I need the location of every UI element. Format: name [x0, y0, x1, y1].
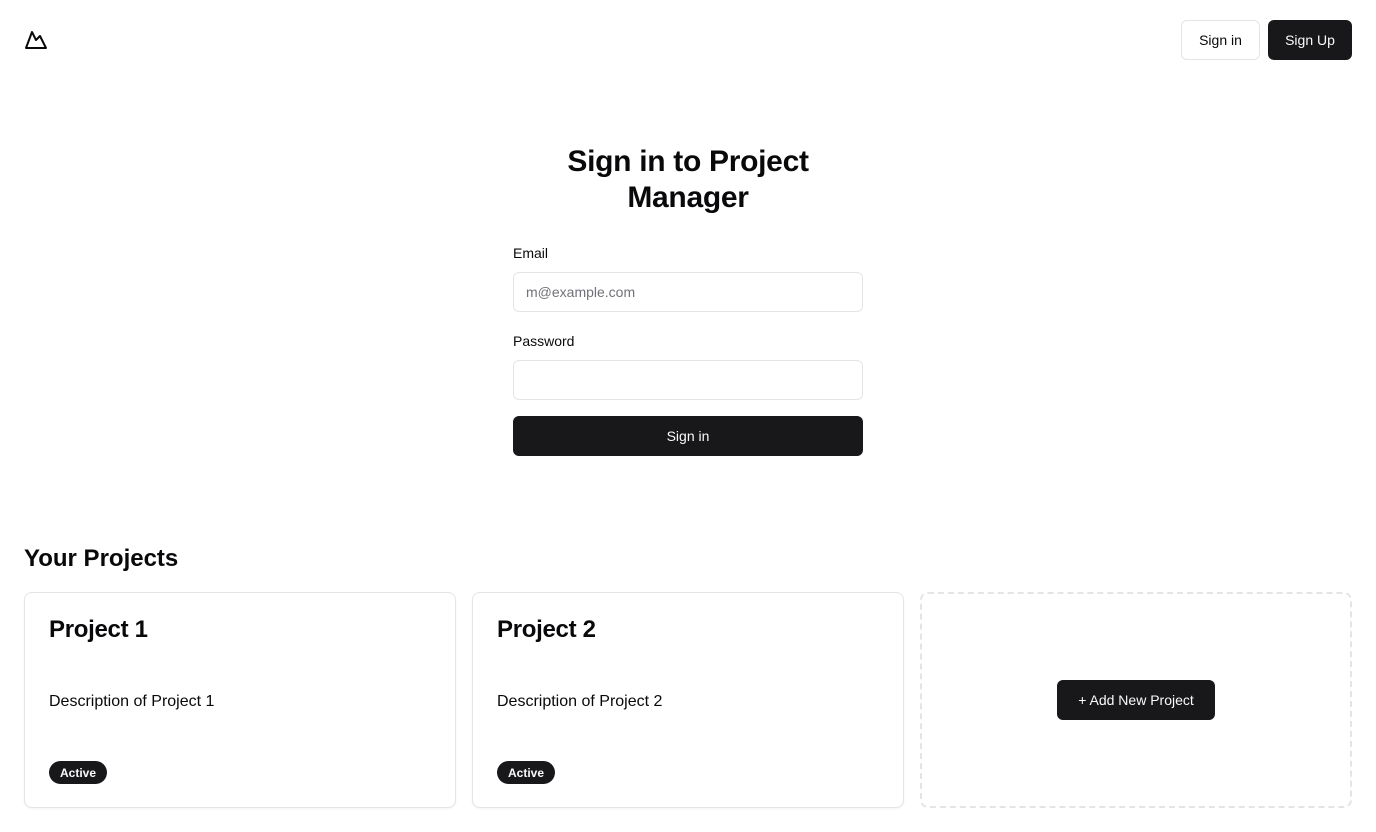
email-field[interactable]	[513, 272, 863, 312]
project-card[interactable]: Project 2 Description of Project 2 Activ…	[472, 592, 904, 808]
project-description: Description of Project 1	[49, 693, 215, 710]
status-badge: Active	[497, 761, 556, 784]
add-project-button[interactable]: + Add New Project	[1057, 680, 1215, 720]
email-label: Email	[513, 245, 549, 261]
project-title: Project 2	[497, 616, 596, 643]
top-navbar: Sign in Sign Up	[0, 0, 1376, 80]
status-badge: Active	[49, 761, 108, 784]
signin-submit-button[interactable]: Sign in	[513, 416, 863, 456]
header-signin-button[interactable]: Sign in	[1181, 20, 1260, 60]
mountain-icon[interactable]	[24, 28, 48, 52]
project-title: Project 1	[49, 616, 148, 643]
page: Sign in Sign Up Sign in to Project Manag…	[0, 0, 1376, 832]
add-project-card: + Add New Project	[920, 592, 1352, 808]
password-field[interactable]	[513, 360, 863, 400]
password-label: Password	[513, 333, 575, 349]
header-signup-button[interactable]: Sign Up	[1268, 20, 1352, 60]
projects-heading: Your Projects	[24, 545, 179, 572]
signin-title: Sign in to Project Manager	[567, 145, 809, 214]
project-card[interactable]: Project 1 Description of Project 1 Activ…	[24, 592, 456, 808]
project-description: Description of Project 2	[497, 693, 663, 710]
